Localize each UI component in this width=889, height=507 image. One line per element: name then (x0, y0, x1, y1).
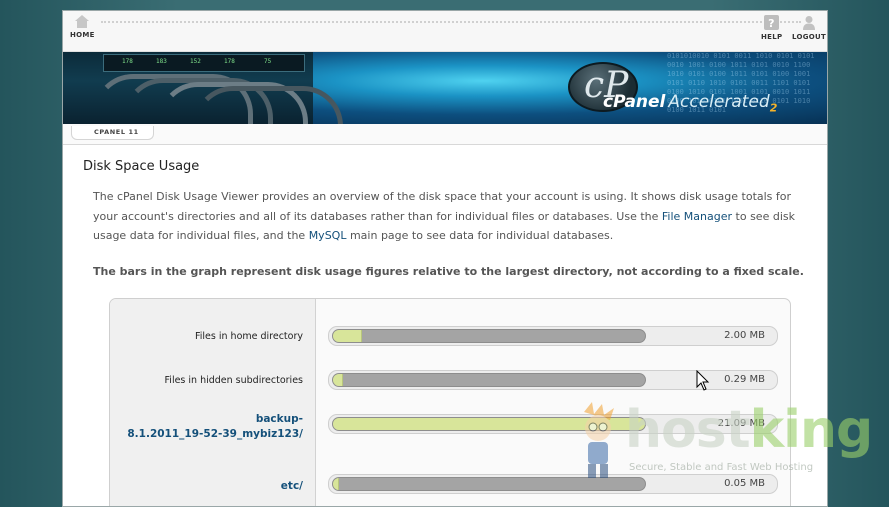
version-tab-bar: CPANEL 11 (63, 124, 827, 145)
mascot-watermark (578, 402, 620, 482)
intro-paragraph: The cPanel Disk Usage Viewer provides an… (93, 187, 803, 246)
hostking-watermark: hostking Secure, Stable and Fast Web Hos… (625, 400, 875, 480)
usage-bar-home-files: 2.00 MB (328, 326, 778, 346)
version-tab: CPANEL 11 (71, 126, 154, 140)
help-button[interactable]: ? HELP (761, 15, 782, 41)
watermark-king: king (749, 400, 874, 460)
etc-directory-link[interactable]: etc/ (113, 479, 303, 494)
mascot-icon (584, 402, 614, 478)
watermark-word: hostking (625, 400, 874, 460)
led-readout: 75 (264, 58, 272, 65)
nav-divider (101, 21, 801, 23)
bar-fill (333, 374, 344, 386)
bar-fill (333, 330, 363, 342)
logout-label: LOGOUT (792, 33, 827, 41)
led-readout: 178 (224, 58, 235, 65)
home-button[interactable]: HOME (70, 15, 95, 39)
row-label-home-files: Files in home directory (195, 331, 303, 342)
help-icon: ? (764, 15, 780, 30)
bar-track (332, 373, 646, 387)
top-navigation: HOME ? HELP LOGOUT (63, 11, 827, 52)
cpanel-banner: 178 183 152 178 75 0101010010 0101 0011 … (63, 52, 827, 124)
led-readout: 152 (190, 58, 201, 65)
mysql-link[interactable]: MySQL (309, 229, 347, 242)
page-title: Disk Space Usage (83, 159, 200, 174)
brand-number: 2 (769, 101, 778, 115)
size-value: 0.29 MB (724, 374, 765, 385)
usage-bar-hidden-subdirectories: 0.29 MB (328, 370, 778, 390)
user-icon (803, 16, 816, 30)
intro-text: main page to see data for individual dat… (346, 229, 614, 242)
brand-sub: Accelerated (668, 92, 770, 112)
size-value: 2.00 MB (724, 330, 765, 341)
brand-title: cPanel Accelerated2 (603, 92, 777, 114)
logout-button[interactable]: LOGOUT (792, 15, 826, 41)
mouse-cursor-icon (696, 370, 710, 391)
scale-note: The bars in the graph represent disk usa… (93, 265, 804, 278)
home-icon (75, 15, 90, 28)
help-label: HELP (761, 33, 783, 41)
file-manager-link[interactable]: File Manager (662, 210, 732, 223)
watermark-tagline: Secure, Stable and Fast Web Hosting (629, 462, 814, 473)
home-label: HOME (70, 31, 95, 39)
row-label-hidden-subdirectories: Files in hidden subdirectories (164, 375, 303, 386)
bar-track (332, 329, 646, 343)
watermark-host: host (625, 400, 751, 460)
brand-main: cPanel (603, 92, 666, 112)
backup-directory-link[interactable]: backup- 8.1.2011_19-52-39_mybiz123/ (113, 412, 303, 441)
svg-text:?: ? (768, 17, 775, 30)
led-board: 178 183 152 178 75 (103, 54, 305, 72)
led-readout: 183 (156, 58, 167, 65)
bar-fill (333, 478, 339, 490)
server-panel-graphic: 178 183 152 178 75 (63, 52, 343, 124)
led-readout: 178 (122, 58, 133, 65)
cable-graphic (193, 86, 343, 124)
